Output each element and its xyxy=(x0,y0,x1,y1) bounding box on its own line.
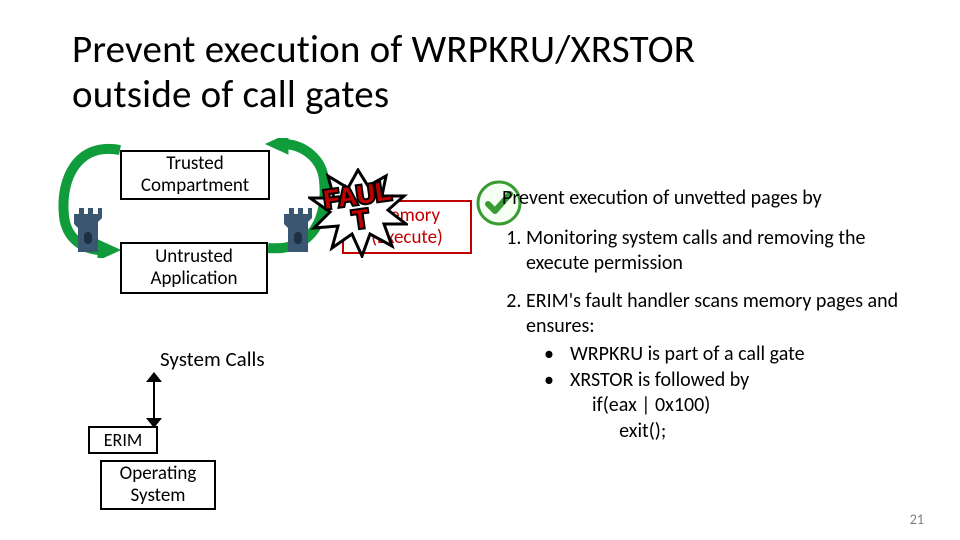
operating-system-box: Operating System xyxy=(100,460,216,510)
starburst-icon xyxy=(308,168,408,258)
trusted-compartment-label: Trusted Compartment xyxy=(141,153,249,197)
right-text-block: Prevent execution of unvetted pages by M… xyxy=(502,186,932,458)
system-calls-label: System Calls xyxy=(160,346,265,372)
right-item-2-b1: WRPKRU is part of a call gate xyxy=(544,342,932,368)
page-number: 21 xyxy=(910,511,924,528)
erim-box: ERIM xyxy=(88,426,158,454)
untrusted-application-box: Untrusted Application xyxy=(120,242,268,294)
diagram-area: Trusted Compartment Untrusted Applicatio… xyxy=(72,148,502,518)
trusted-compartment-box: Trusted Compartment xyxy=(120,150,270,200)
right-item-2-b2: XRSTOR is followed by xyxy=(544,368,932,394)
operating-system-label: Operating System xyxy=(120,463,197,507)
right-item-2-sublist: WRPKRU is part of a call gate XRSTOR is … xyxy=(544,342,932,393)
slide: Prevent execution of WRPKRU/XRSTOR outsi… xyxy=(0,0,960,540)
syscall-arrow-icon xyxy=(144,374,164,426)
erim-label: ERIM xyxy=(104,430,143,451)
right-item-2-code: if(eax | 0x100) exit(); xyxy=(592,393,932,444)
slide-title: Prevent execution of WRPKRU/XRSTOR outsi… xyxy=(72,28,695,118)
right-item-2: ERIM's fault handler scans memory pages … xyxy=(526,289,932,445)
right-numbered-list: Monitoring system calls and removing the… xyxy=(502,226,932,445)
title-line1: Prevent execution of WRPKRU/XRSTOR outsi… xyxy=(72,26,695,118)
untrusted-application-label: Untrusted Application xyxy=(150,246,237,290)
right-item-1: Monitoring system calls and removing the… xyxy=(526,226,932,277)
right-item-2-lead: ERIM's fault handler scans memory pages … xyxy=(526,289,898,339)
tower-icon xyxy=(72,208,104,252)
right-intro: Prevent execution of unvetted pages by xyxy=(502,186,932,212)
